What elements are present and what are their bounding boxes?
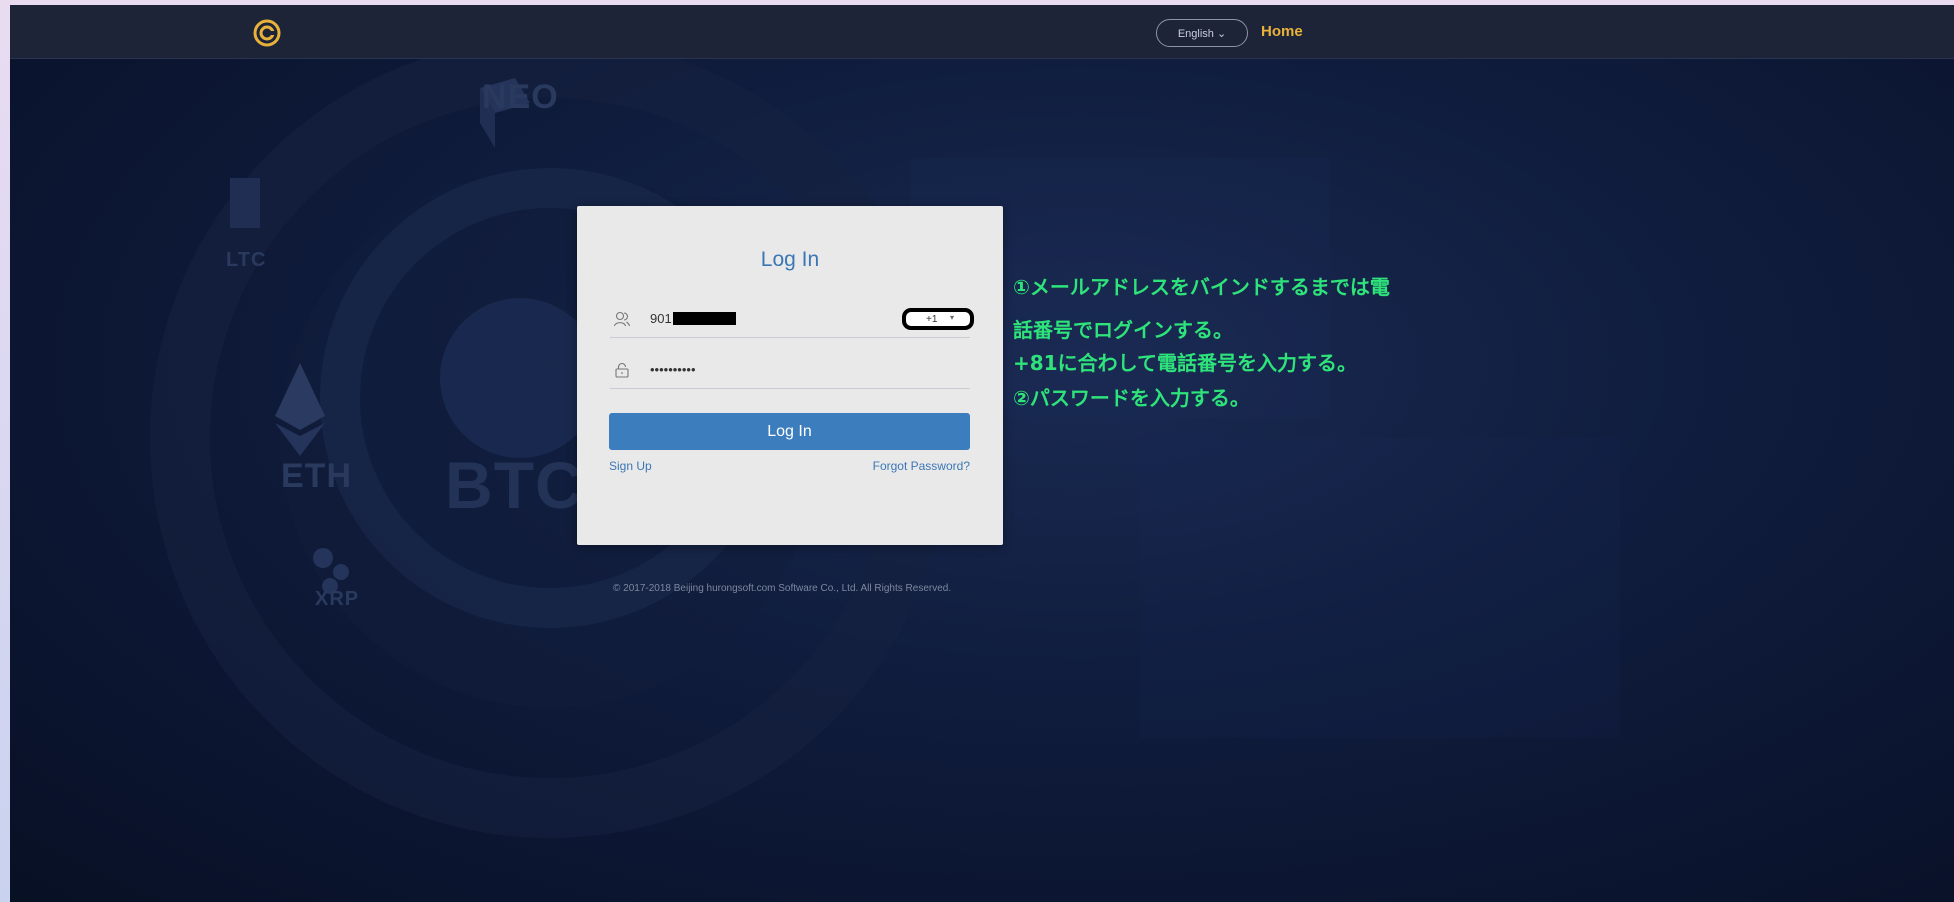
- login-button[interactable]: Log In: [609, 413, 970, 450]
- phone-field[interactable]: 901 +1 ▾: [610, 301, 974, 338]
- home-link[interactable]: Home: [1261, 23, 1303, 40]
- coin-label-ltc: LTC: [226, 249, 267, 271]
- user-icon: [614, 311, 630, 327]
- coin-label-xrp: XRP: [315, 588, 360, 610]
- coin-label-neo: NEO: [482, 78, 559, 116]
- brand-logo-icon[interactable]: [253, 19, 281, 47]
- chevron-down-icon: ▾: [950, 313, 955, 322]
- password-input[interactable]: ••••••••••: [650, 362, 696, 377]
- language-selector[interactable]: English ⌄: [1156, 19, 1248, 47]
- annotation-line-1: ①メールアドレスをバインドするまでは電: [1013, 275, 1390, 299]
- copyright-footer: © 2017-2018 Beijing hurongsoft.com Softw…: [613, 583, 952, 594]
- coin-label-eth: ETH: [281, 457, 352, 495]
- redaction-bar: [672, 312, 736, 325]
- annotation-line-2: 話番号でログインする。: [1013, 318, 1233, 342]
- phone-input[interactable]: 901: [650, 311, 736, 326]
- top-navigation-bar: English ⌄ Home: [10, 5, 1954, 59]
- coin-label-btc: BTC: [445, 448, 584, 522]
- annotation-line-4: ②パスワードを入力する。: [1013, 386, 1250, 410]
- lock-icon: [615, 362, 629, 378]
- login-title: Log In: [760, 248, 820, 271]
- password-field[interactable]: ••••••••••: [610, 352, 970, 389]
- login-card: Log In 901 +1 ▾ •••••••••• Log In Sign U…: [577, 206, 1003, 545]
- country-code-select[interactable]: +1 ▾: [902, 308, 974, 330]
- app-screen: NEO LTC ETH BTC XRP English ⌄ Home Log I…: [10, 5, 1954, 902]
- forgot-password-link[interactable]: Forgot Password?: [873, 459, 970, 473]
- phone-value: 901: [650, 311, 672, 326]
- annotation-line-3: +81に合わして電話番号を入力する。: [1013, 351, 1357, 375]
- sign-up-link[interactable]: Sign Up: [609, 459, 652, 473]
- country-code-value: +1: [926, 314, 938, 325]
